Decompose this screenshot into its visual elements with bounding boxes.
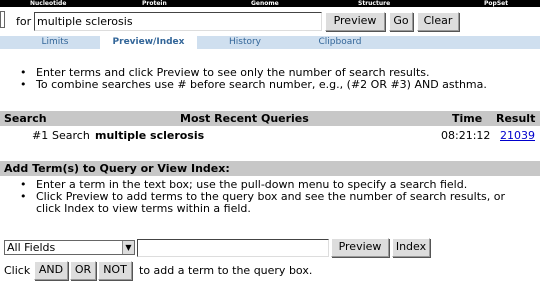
- go-button[interactable]: Go: [389, 12, 413, 31]
- index-instructions: • Enter a term in the text box; use the p…: [0, 179, 540, 215]
- or-button[interactable]: OR: [70, 261, 96, 280]
- nav-link-structure[interactable]: Structure: [358, 0, 390, 7]
- tab-clipboard[interactable]: Clipboard: [300, 36, 380, 49]
- column-header-search: Search: [4, 112, 47, 125]
- term-input[interactable]: [137, 239, 329, 257]
- chevron-down-icon[interactable]: ▼: [122, 241, 134, 254]
- index-section-heading: Add Term(s) to Query or View Index:: [0, 161, 540, 176]
- search-field-value: All Fields: [7, 241, 56, 254]
- nav-link-genome[interactable]: Genome: [251, 0, 279, 7]
- column-header-queries: Most Recent Queries: [180, 112, 309, 125]
- nav-link-popset[interactable]: PopSet: [484, 0, 508, 7]
- column-header-result: Result: [496, 112, 536, 125]
- database-select[interactable]: [0, 11, 5, 28]
- nav-link-nucleotide[interactable]: Nucleotide: [30, 0, 66, 7]
- bullet-icon: •: [20, 78, 27, 91]
- history-search-prefix: Search: [52, 129, 90, 142]
- history-row: #1 Search multiple sclerosis 08:21:12 21…: [0, 128, 540, 143]
- preview-button[interactable]: Preview: [325, 12, 385, 31]
- history-search-number: #1: [32, 129, 49, 142]
- column-header-time: Time: [452, 112, 483, 125]
- search-field-select[interactable]: All Fields ▼: [4, 240, 135, 255]
- intro-instructions: • Enter terms and click Preview to see on…: [0, 67, 540, 91]
- history-header: Search Most Recent Queries Time Result: [0, 111, 540, 126]
- add-term-hint: to add a term to the query box.: [139, 264, 313, 277]
- clear-button[interactable]: Clear: [417, 12, 459, 31]
- tab-history[interactable]: History: [207, 36, 283, 49]
- nav-link-protein[interactable]: Protein: [142, 0, 167, 7]
- database-nav-bar: Nucleotide Protein Genome Structure PopS…: [0, 0, 540, 7]
- tab-bar: Limits Preview/Index History Clipboard: [0, 36, 540, 49]
- click-label: Click: [4, 264, 31, 277]
- history-query-term: multiple sclerosis: [95, 129, 205, 142]
- and-button[interactable]: AND: [34, 261, 68, 280]
- index-line: click Index to view terms within a field…: [36, 202, 251, 215]
- query-input[interactable]: multiple sclerosis: [34, 12, 322, 31]
- not-button[interactable]: NOT: [98, 261, 132, 280]
- intro-line: • To combine searches use # before search…: [20, 78, 487, 91]
- index-button[interactable]: Index: [392, 238, 430, 257]
- history-result-link[interactable]: 21039: [500, 129, 535, 142]
- index-preview-button[interactable]: Preview: [331, 238, 389, 257]
- history-time: 08:21:12: [441, 129, 491, 142]
- for-label: for: [16, 15, 32, 28]
- bullet-icon: •: [20, 190, 27, 203]
- tab-limits[interactable]: Limits: [20, 36, 90, 49]
- tab-preview-index[interactable]: Preview/Index: [100, 36, 197, 49]
